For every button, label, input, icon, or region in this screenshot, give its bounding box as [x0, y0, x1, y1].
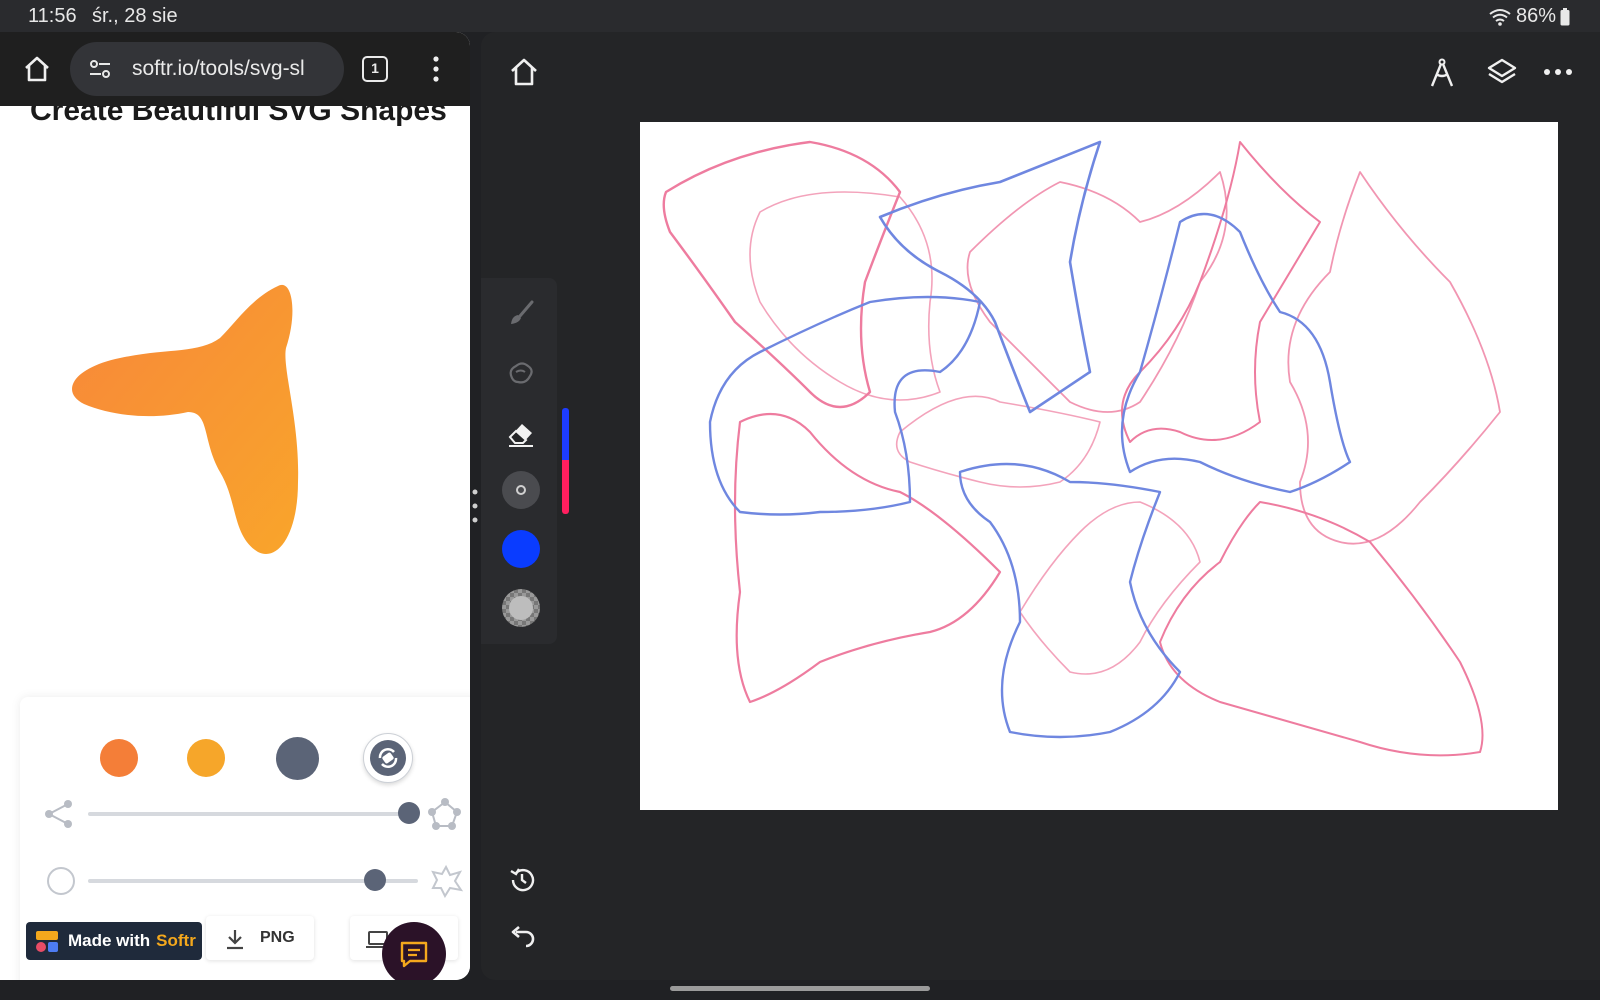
randomness-high-icon [431, 864, 464, 898]
browser-toolbar: softr.io/tools/svg-sl 1 [0, 32, 470, 106]
eraser-icon[interactable] [506, 418, 536, 448]
pink-stroke [1159, 501, 1484, 757]
status-bar: 11:56 śr., 28 sie 86% [0, 0, 1600, 32]
randomness-low-icon [47, 867, 75, 895]
app-home-icon[interactable] [508, 56, 540, 88]
pink-stroke [1019, 501, 1201, 675]
history-icon[interactable] [508, 866, 536, 894]
smudge-icon[interactable] [506, 358, 536, 388]
site-settings-icon[interactable] [88, 58, 112, 80]
more-horiz-icon[interactable] [1543, 62, 1573, 82]
complexity-slider-track[interactable] [88, 812, 418, 816]
color-picker-button[interactable] [502, 530, 540, 568]
address-bar[interactable]: softr.io/tools/svg-sl [70, 42, 344, 96]
status-time: 11:56 [28, 5, 77, 27]
opacity-button[interactable] [502, 589, 540, 627]
layers-icon[interactable] [1486, 56, 1518, 88]
chat-button[interactable] [382, 922, 446, 980]
pink-stroke [733, 412, 1002, 704]
shape-preview [72, 284, 299, 555]
status-right: 86% [1488, 5, 1570, 28]
download-png-button[interactable]: PNG [206, 916, 314, 960]
chat-icon [400, 941, 428, 968]
randomize-button[interactable] [363, 733, 413, 783]
complexity-high-icon [428, 798, 461, 830]
pink-stroke [749, 191, 941, 401]
battery-icon [1560, 7, 1570, 25]
brush-icon[interactable] [506, 298, 536, 328]
pink-stroke [1287, 171, 1501, 545]
battery-percent: 86% [1515, 5, 1556, 27]
made-with-softr-badge[interactable]: Made with Softr [26, 922, 202, 960]
recent-color-pink[interactable] [562, 460, 569, 514]
url-text[interactable]: softr.io/tools/svg-sl [132, 57, 332, 81]
home-icon[interactable] [22, 54, 52, 84]
screen: 11:56 śr., 28 sie 86% Create Beautiful S… [0, 0, 1600, 1000]
pink-stroke [662, 140, 902, 409]
pink-stroke [966, 171, 1228, 413]
brush-size-button[interactable] [502, 471, 540, 509]
randomness-slider-thumb[interactable] [364, 869, 386, 891]
more-vert-icon[interactable] [432, 54, 440, 84]
split-view-divider[interactable] [472, 486, 478, 526]
wifi-icon [1489, 8, 1511, 26]
color-swatch-orange[interactable] [100, 739, 138, 777]
color-swatch-slate[interactable] [276, 737, 319, 780]
tab-switcher-button[interactable]: 1 [362, 56, 388, 82]
color-swatch-amber[interactable] [187, 739, 225, 777]
made-with-label: Made with Softr [68, 931, 196, 950]
drawing-canvas[interactable] [640, 122, 1558, 810]
complexity-low-icon [45, 800, 72, 828]
home-indicator[interactable] [670, 986, 930, 991]
complexity-slider-thumb[interactable] [398, 802, 420, 824]
ruler-compass-icon[interactable] [1428, 56, 1456, 88]
shuffle-icon [369, 739, 406, 776]
status-date: śr., 28 sie [92, 5, 178, 27]
pink-stroke [895, 395, 1101, 488]
browser-window: Create Beautiful SVG Shapes softr.io/too… [0, 32, 470, 980]
softr-logo-icon [36, 931, 58, 952]
undo-icon[interactable] [508, 926, 536, 948]
recent-color-blue[interactable] [562, 408, 569, 460]
pink-stroke [1121, 141, 1321, 443]
png-label: PNG [260, 929, 295, 946]
download-icon [227, 930, 243, 950]
